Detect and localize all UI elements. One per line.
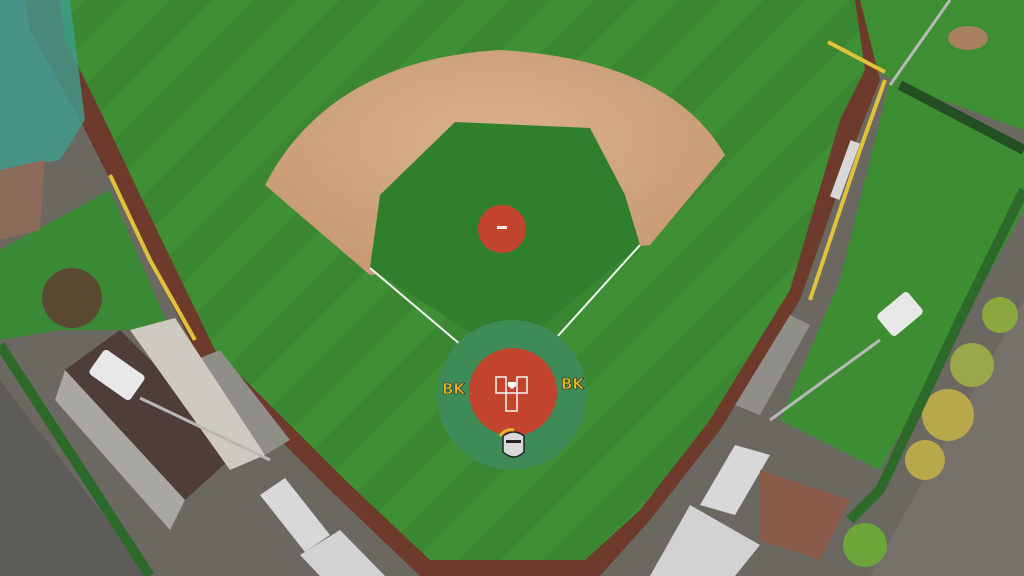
pitching-rubber <box>497 226 507 229</box>
dirt-patch <box>948 26 988 50</box>
knight-helmet-logo <box>498 428 525 458</box>
tree-right-5 <box>982 297 1018 333</box>
tree-right-2 <box>950 343 994 387</box>
batting-cage-structure <box>0 160 45 240</box>
home-plate-dirt <box>469 348 557 436</box>
tree-right-3 <box>905 440 945 480</box>
tree-right-1 <box>922 389 974 441</box>
bk-logo-right: BK <box>561 375 585 393</box>
bk-logo-left: BK <box>442 380 466 398</box>
tree-right-4 <box>843 523 887 567</box>
baseball-field-aerial: BK BK <box>0 0 1024 576</box>
tree-left <box>42 268 102 328</box>
